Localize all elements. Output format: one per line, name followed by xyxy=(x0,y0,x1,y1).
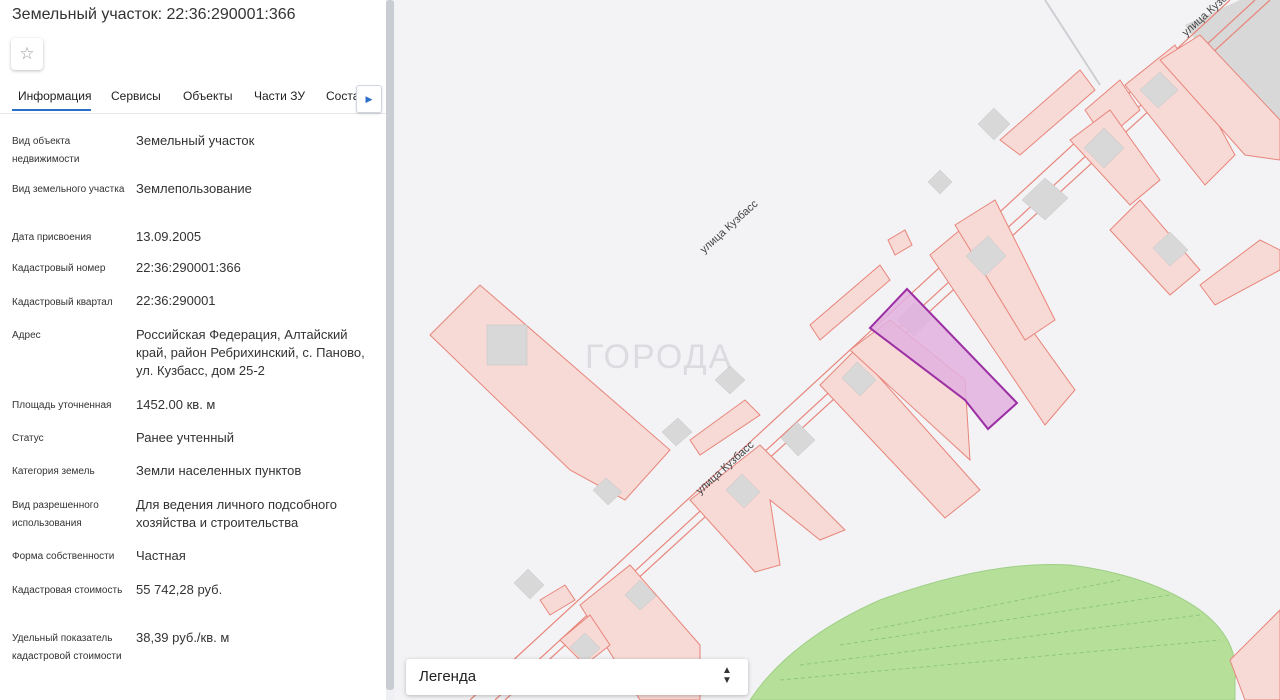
field-value: Российская Федерация, Алтайский край, ра… xyxy=(136,327,365,378)
triangle-right-icon: ▶ xyxy=(365,93,373,104)
active-tab-indicator xyxy=(12,109,91,111)
field-label: Вид разрешенного использования xyxy=(12,500,99,529)
field-value: 55 742,28 руб. xyxy=(136,582,223,597)
star-icon: ☆ xyxy=(19,44,35,63)
panel-title: Земельный участок: 22:36:290001:366 xyxy=(12,6,296,23)
watermark-text: ГОРОДА xyxy=(585,338,734,376)
map-canvas[interactable] xyxy=(394,0,1280,700)
tab-objects[interactable]: Объекты xyxy=(183,89,233,103)
field-value: Ранее учтенный xyxy=(136,430,234,445)
field-label: Вид объекта недвижимости xyxy=(12,136,80,165)
tab-composition[interactable]: Соста xyxy=(326,89,359,103)
field-value: 38,39 руб./кв. м xyxy=(136,630,230,645)
field-label: Кадастровая стоимость xyxy=(12,585,123,596)
field-value: Для ведения личного подсобного хозяйства… xyxy=(136,497,337,530)
field-label: Адрес xyxy=(12,330,41,341)
field-label: Площадь уточненная xyxy=(12,400,112,411)
field-label: Кадастровый номер xyxy=(12,263,106,274)
cadastral-map[interactable]: ГОРОДА улица Кузбасс улица Кузбасс улица… xyxy=(394,0,1280,700)
field-value: 13.09.2005 xyxy=(136,229,202,244)
field-label: Кадастровый квартал xyxy=(12,297,113,308)
panel-scrollbar-thumb[interactable] xyxy=(386,0,394,690)
field-value: Земельный участок xyxy=(136,133,255,148)
legend-label: Легенда xyxy=(419,668,477,685)
field-label: Статус xyxy=(12,433,44,444)
info-panel: Земельный участок: 22:36:290001:366 ☆ Ин… xyxy=(0,0,386,700)
field-label: Дата присвоения xyxy=(12,232,92,243)
tab-services[interactable]: Сервисы xyxy=(111,89,161,103)
legend-dropdown[interactable]: Легенда ▲ ▼ xyxy=(406,659,748,695)
tab-scroll-right-button[interactable]: ▶ xyxy=(356,85,382,113)
field-value: Частная xyxy=(136,548,186,563)
field-value: 1452.00 кв. м xyxy=(136,397,216,412)
field-value: 22:36:290001 xyxy=(136,293,216,308)
favorite-button[interactable]: ☆ xyxy=(11,38,43,70)
chevron-up-down-icon: ▲ ▼ xyxy=(722,665,732,686)
field-value: Землепользование xyxy=(136,181,252,196)
field-label: Удельный показатель кадастровой стоимост… xyxy=(12,633,122,662)
tab-information[interactable]: Информация xyxy=(18,89,91,103)
field-value: 22:36:290001:366 xyxy=(136,260,241,275)
field-label: Категория земель xyxy=(12,466,95,477)
field-label: Форма собственности xyxy=(12,551,115,562)
field-value: Земли населенных пунктов xyxy=(136,463,302,478)
field-label: Вид земельного участка xyxy=(12,184,125,195)
tab-parts[interactable]: Части ЗУ xyxy=(254,89,305,103)
tab-bar: Информация Сервисы Объекты Части ЗУ Сост… xyxy=(0,76,386,114)
